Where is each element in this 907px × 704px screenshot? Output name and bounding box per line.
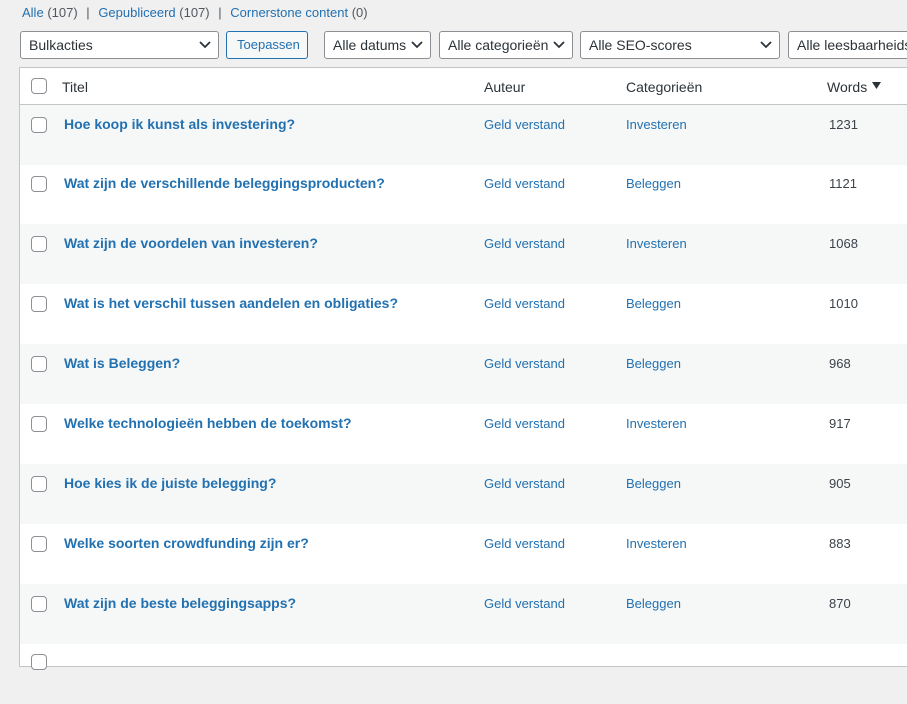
post-word-count: 905 [829, 476, 851, 491]
post-category-link[interactable]: Beleggen [626, 596, 681, 611]
table-row: Wat is het verschil tussen aandelen en o… [20, 284, 907, 344]
table-row [20, 644, 907, 704]
apply-button[interactable]: Toepassen [226, 31, 308, 59]
post-category-link[interactable]: Beleggen [626, 356, 681, 371]
post-category-link[interactable]: Beleggen [626, 476, 681, 491]
filter-all-count: (107) [47, 5, 78, 20]
filter-published-label: Gepubliceerd [98, 5, 176, 20]
row-checkbox[interactable] [31, 117, 47, 133]
chevron-down-icon [760, 41, 772, 49]
row-checkbox[interactable] [31, 654, 47, 670]
filter-cornerstone-label: Cornerstone content [230, 5, 349, 20]
status-filter-links: Alle (107) | Gepubliceerd (107) | Corner… [22, 5, 368, 21]
post-category-link[interactable]: Investeren [626, 416, 687, 431]
filter-published-count: (107) [179, 5, 210, 20]
filter-cornerstone-link[interactable]: Cornerstone content [230, 5, 348, 20]
post-title-link[interactable]: Wat zijn de beste beleggingsapps? [64, 595, 296, 611]
table-row: Welke soorten crowdfunding zijn er? Geld… [20, 524, 907, 584]
row-checkbox[interactable] [31, 476, 47, 492]
post-word-count: 917 [829, 416, 851, 431]
column-title-sort-link[interactable]: Titel [62, 79, 88, 95]
table-row: Hoe koop ik kunst als investering? Geld … [20, 105, 907, 165]
post-author-link[interactable]: Geld verstand [484, 236, 565, 251]
filter-separator: | [86, 5, 90, 20]
table-header: Titel Auteur Categorieën Words [20, 68, 907, 105]
post-category-link[interactable]: Beleggen [626, 176, 681, 191]
readability-filter-select[interactable]: Alle leesbaarheidsscores [788, 31, 907, 59]
chevron-down-icon [553, 41, 565, 49]
chevron-down-icon [411, 41, 423, 49]
post-title-link[interactable]: Wat is het verschil tussen aandelen en o… [64, 295, 398, 311]
filter-separator: | [218, 5, 222, 20]
row-checkbox[interactable] [31, 536, 47, 552]
post-author-link[interactable]: Geld verstand [484, 296, 565, 311]
post-word-count: 1231 [829, 117, 858, 132]
filter-all-label: Alle [22, 5, 44, 20]
bulk-actions-value: Bulkacties [29, 37, 93, 53]
filter-published-link[interactable]: Gepubliceerd [98, 5, 175, 20]
tablenav: Bulkacties Toepassen Alle datums Alle ca… [20, 31, 907, 61]
column-words-sort-link[interactable]: Words [827, 79, 867, 95]
post-word-count: 1068 [829, 236, 858, 251]
bulk-actions-select[interactable]: Bulkacties [20, 31, 219, 59]
post-word-count: 1121 [829, 176, 857, 191]
filter-cornerstone-count: (0) [351, 5, 368, 20]
post-author-link[interactable]: Geld verstand [484, 117, 565, 132]
post-title-link[interactable]: Welke soorten crowdfunding zijn er? [64, 535, 309, 551]
row-checkbox[interactable] [31, 416, 47, 432]
post-word-count: 1010 [829, 296, 858, 311]
readability-filter-value: Alle leesbaarheidsscores [797, 37, 907, 53]
post-title-link[interactable]: Welke technologieën hebben de toekomst? [64, 415, 352, 431]
post-word-count: 883 [829, 536, 851, 551]
row-checkbox[interactable] [31, 296, 47, 312]
column-categories-header: Categorieën [626, 79, 703, 95]
post-author-link[interactable]: Geld verstand [484, 536, 565, 551]
post-author-link[interactable]: Geld verstand [484, 416, 565, 431]
post-category-link[interactable]: Investeren [626, 236, 687, 251]
post-category-link[interactable]: Beleggen [626, 296, 681, 311]
row-checkbox[interactable] [31, 236, 47, 252]
category-filter-value: Alle categorieën [448, 37, 549, 53]
post-author-link[interactable]: Geld verstand [484, 476, 565, 491]
post-category-link[interactable]: Investeren [626, 536, 687, 551]
table-row: Hoe kies ik de juiste belegging? Geld ve… [20, 464, 907, 524]
post-author-link[interactable]: Geld verstand [484, 596, 565, 611]
post-word-count: 968 [829, 356, 851, 371]
table-row: Welke technologieën hebben de toekomst? … [20, 404, 907, 464]
seo-score-filter-select[interactable]: Alle SEO-scores [580, 31, 780, 59]
table-row: Wat zijn de verschillende beleggingsprod… [20, 164, 907, 224]
table-row: Wat is Beleggen? Geld verstand Beleggen … [20, 344, 907, 404]
post-title-link[interactable]: Hoe kies ik de juiste belegging? [64, 475, 276, 491]
row-checkbox[interactable] [31, 176, 47, 192]
table-row: Wat zijn de beste beleggingsapps? Geld v… [20, 584, 907, 644]
post-word-count: 870 [829, 596, 851, 611]
post-author-link[interactable]: Geld verstand [484, 176, 565, 191]
post-title-link[interactable]: Wat zijn de verschillende beleggingsprod… [64, 175, 385, 191]
date-filter-select[interactable]: Alle datums [324, 31, 431, 59]
category-filter-select[interactable]: Alle categorieën [439, 31, 573, 59]
table-row: Wat zijn de voordelen van investeren? Ge… [20, 224, 907, 284]
select-all-checkbox[interactable] [31, 78, 47, 94]
post-category-link[interactable]: Investeren [626, 117, 687, 132]
date-filter-value: Alle datums [333, 37, 407, 53]
post-author-link[interactable]: Geld verstand [484, 356, 565, 371]
filter-all-link[interactable]: Alle [22, 5, 44, 20]
post-title-link[interactable]: Wat is Beleggen? [64, 355, 180, 371]
sort-down-icon[interactable] [872, 82, 881, 89]
chevron-down-icon [199, 41, 211, 49]
row-checkbox[interactable] [31, 596, 47, 612]
column-author-header: Auteur [484, 79, 526, 95]
posts-table: Titel Auteur Categorieën Words Hoe koop … [19, 67, 907, 670]
seo-score-filter-value: Alle SEO-scores [589, 37, 692, 53]
row-checkbox[interactable] [31, 356, 47, 372]
post-title-link[interactable]: Wat zijn de voordelen van investeren? [64, 235, 318, 251]
post-title-link[interactable]: Hoe koop ik kunst als investering? [64, 116, 295, 132]
